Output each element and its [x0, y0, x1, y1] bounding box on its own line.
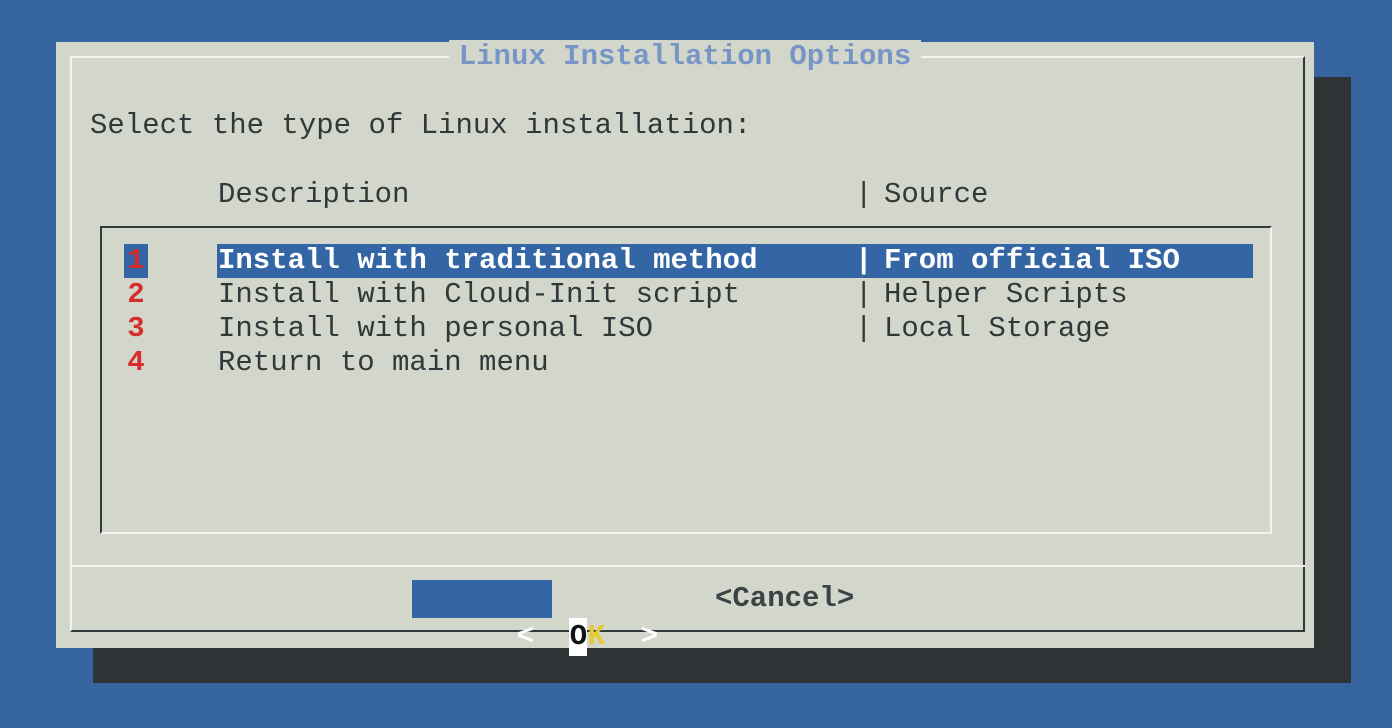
- ok-button-hotkey: K: [587, 618, 605, 656]
- menu-item-separator: |: [855, 278, 872, 312]
- menu-item-description: Install with Cloud-Init script: [218, 278, 740, 312]
- column-separator: |: [855, 178, 872, 212]
- menu-item-description: Install with traditional method: [218, 244, 758, 278]
- menu-item-1-selected[interactable]: 1 Install with traditional method | From…: [102, 244, 1270, 278]
- menu-item-description: Install with personal ISO: [218, 312, 653, 346]
- menu-item-tag: 3: [124, 312, 148, 346]
- ok-button-spacer: [534, 618, 569, 656]
- button-separator-line: [70, 565, 1305, 567]
- menu-item-description: Return to main menu: [218, 346, 549, 380]
- menu-item-tag: 4: [124, 346, 148, 380]
- menu-item-source: Local Storage: [884, 312, 1110, 346]
- column-header-description: Description: [218, 178, 409, 212]
- menu-listbox: 1 Install with traditional method | From…: [100, 226, 1272, 534]
- instruction-text: Select the type of Linux installation:: [90, 109, 751, 143]
- menu-item-tag: 1: [124, 244, 148, 278]
- terminal-cursor: O: [569, 618, 587, 656]
- installation-options-dialog: Linux Installation Options Select the ty…: [56, 42, 1314, 648]
- menu-item-2[interactable]: 2 Install with Cloud-Init script | Helpe…: [102, 278, 1270, 312]
- dialog-title: Linux Installation Options: [56, 42, 1314, 72]
- ok-button-close-bracket: >: [640, 618, 658, 656]
- menu-item-4[interactable]: 4 Return to main menu: [102, 346, 1270, 380]
- ok-button[interactable]: <OK>: [412, 580, 552, 618]
- ok-button-spacer: [605, 618, 640, 656]
- menu-item-3[interactable]: 3 Install with personal ISO | Local Stor…: [102, 312, 1270, 346]
- button-row: <OK> <Cancel>: [56, 580, 1314, 618]
- dialog-title-text: Linux Installation Options: [449, 40, 921, 73]
- menu-item-tag: 2: [124, 278, 148, 312]
- ok-button-open-bracket: <: [516, 618, 534, 656]
- column-header-source: Source: [884, 178, 988, 212]
- menu-item-separator: |: [855, 312, 872, 346]
- menu-item-source: Helper Scripts: [884, 278, 1128, 312]
- menu-item-separator: |: [855, 244, 872, 278]
- menu-item-source: From official ISO: [884, 244, 1180, 278]
- cancel-button[interactable]: <Cancel>: [715, 580, 855, 618]
